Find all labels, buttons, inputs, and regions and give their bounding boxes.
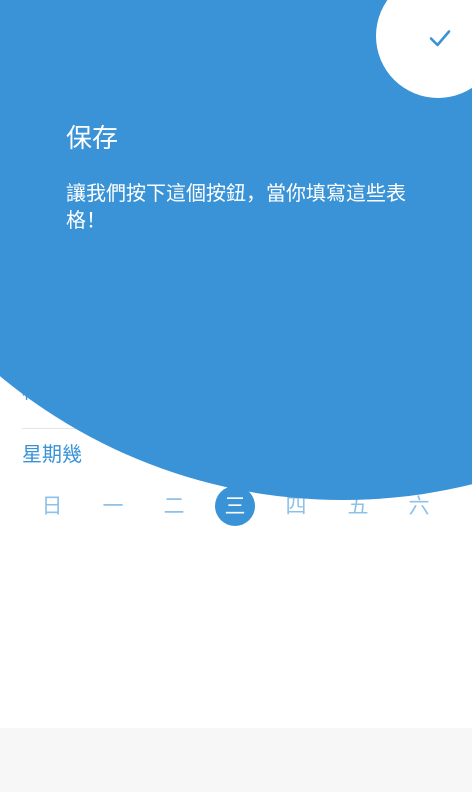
weekday-wednesday[interactable]: 三 (215, 486, 255, 526)
check-icon[interactable] (429, 27, 451, 49)
weekdays-label: 星期幾 (22, 442, 82, 466)
bottom-bar (0, 728, 472, 792)
weekday-sunday[interactable]: 日 (32, 486, 72, 526)
weekday-monday[interactable]: 一 (93, 486, 133, 526)
tutorial-description: 讓我們按下這個按鈕，當你填寫這些表格！ (66, 181, 406, 232)
tutorial-title: 保存 (66, 124, 119, 154)
screen: 提醒 標籤 星期幾 日 一 二 三 四 五 六 保存 讓我們按下這個按鈕，當你填… (0, 0, 472, 792)
weekday-tuesday[interactable]: 二 (154, 486, 194, 526)
weekdays-row: 星期幾 (22, 442, 82, 466)
